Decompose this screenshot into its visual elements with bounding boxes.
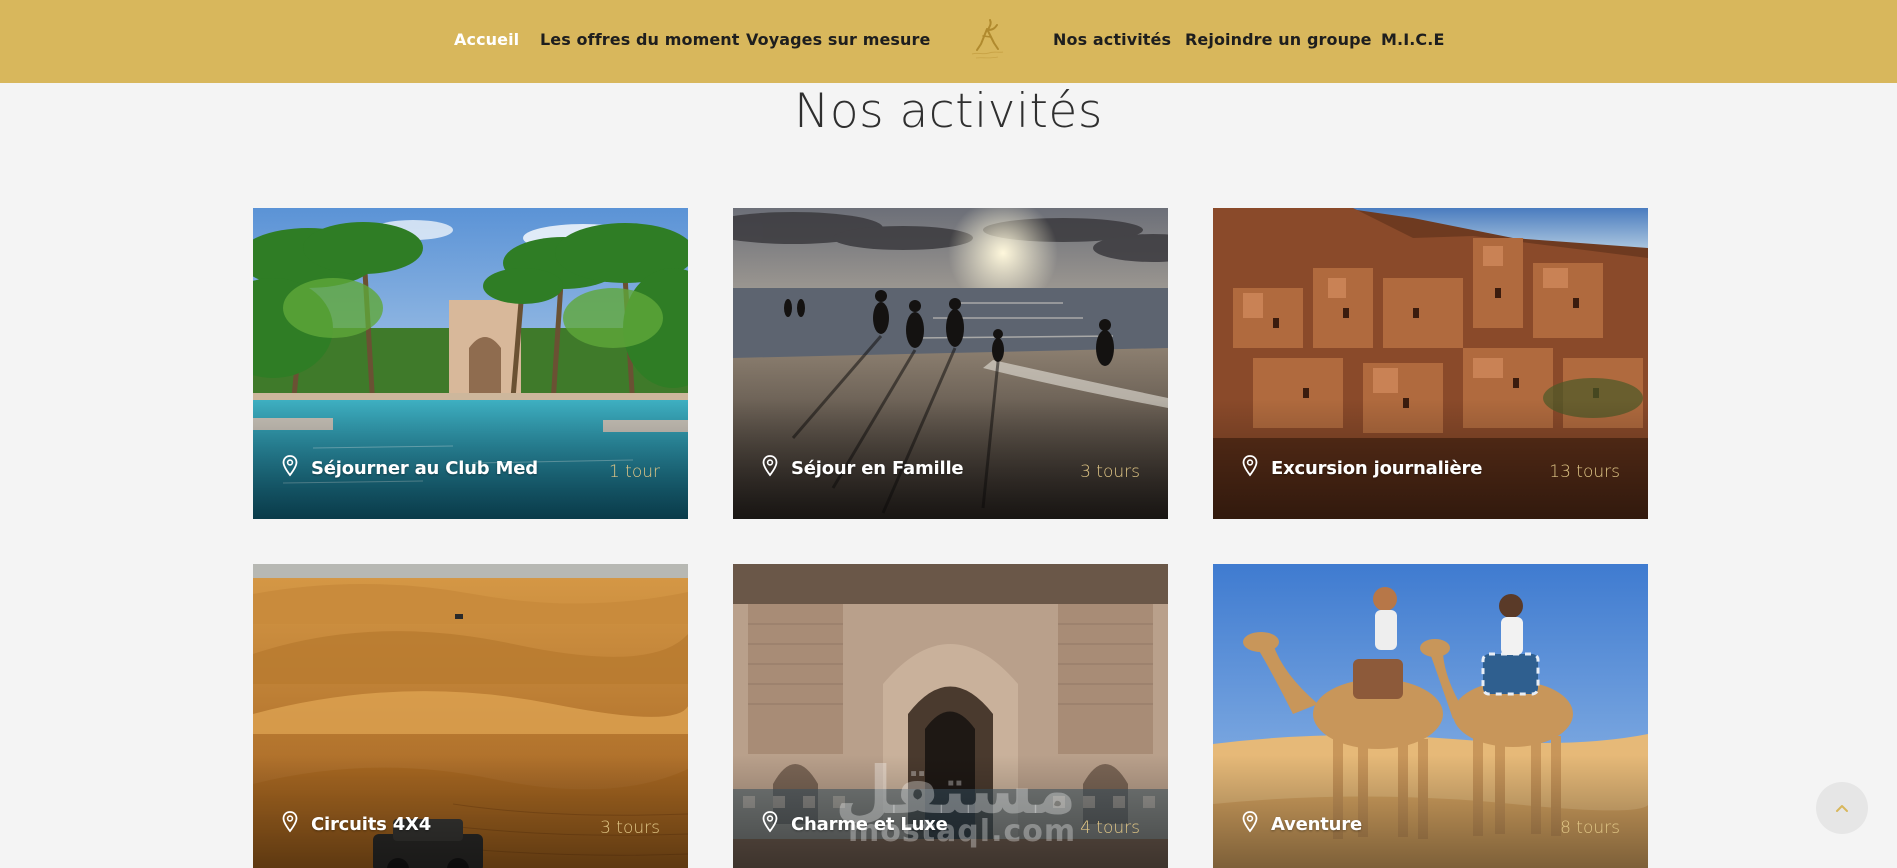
activity-card-tour-count: 13 tours <box>1549 462 1620 482</box>
activity-card-tour-count: 1 tour <box>608 462 660 482</box>
map-pin-icon <box>282 811 298 833</box>
map-pin-icon <box>1242 455 1258 477</box>
page-title: Nos activités <box>794 84 1103 139</box>
nav-item-rejoindre-groupe[interactable]: Rejoindre un groupe <box>1185 30 1372 49</box>
activity-card-title: Séjour en Famille <box>791 458 964 479</box>
activity-card-tour-count: 3 tours <box>1080 462 1140 482</box>
nav-item-accueil[interactable]: Accueil <box>454 30 519 49</box>
nav-item-nos-activites[interactable]: Nos activités <box>1053 30 1171 49</box>
site-logo-icon[interactable] <box>963 16 1011 62</box>
watermark-latin: mostaql.com <box>848 814 1077 849</box>
map-pin-icon <box>762 811 778 833</box>
activity-card-title: Aventure <box>1271 814 1362 835</box>
chevron-up-icon <box>1836 805 1848 812</box>
activity-card-famille[interactable]: Séjour en Famille 3 tours <box>733 208 1168 519</box>
activity-card-title: Circuits 4X4 <box>311 814 432 835</box>
map-pin-icon <box>762 455 778 477</box>
nav-item-offres[interactable]: Les offres du moment <box>540 30 740 49</box>
activity-card-club-med[interactable]: Séjourner au Club Med 1 tour <box>253 208 688 519</box>
activity-card-aventure[interactable]: Aventure 8 tours <box>1213 564 1648 868</box>
activity-card-excursion[interactable]: Excursion journalière 13 tours <box>1213 208 1648 519</box>
map-pin-icon <box>282 455 298 477</box>
activity-card-title: Excursion journalière <box>1271 458 1483 479</box>
activity-card-title: Séjourner au Club Med <box>311 458 538 479</box>
scroll-to-top-button[interactable] <box>1816 782 1868 834</box>
nav-item-voyages-sur-mesure[interactable]: Voyages sur mesure <box>746 30 930 49</box>
activity-card-tour-count: 4 tours <box>1080 818 1140 838</box>
nav-item-mice[interactable]: M.I.C.E <box>1381 30 1444 49</box>
activity-card-tour-count: 3 tours <box>600 818 660 838</box>
activity-card-tour-count: 8 tours <box>1560 818 1620 838</box>
site-header: Accueil Les offres du moment Voyages sur… <box>0 0 1897 83</box>
activity-card-4x4[interactable]: Circuits 4X4 3 tours <box>253 564 688 868</box>
map-pin-icon <box>1242 811 1258 833</box>
